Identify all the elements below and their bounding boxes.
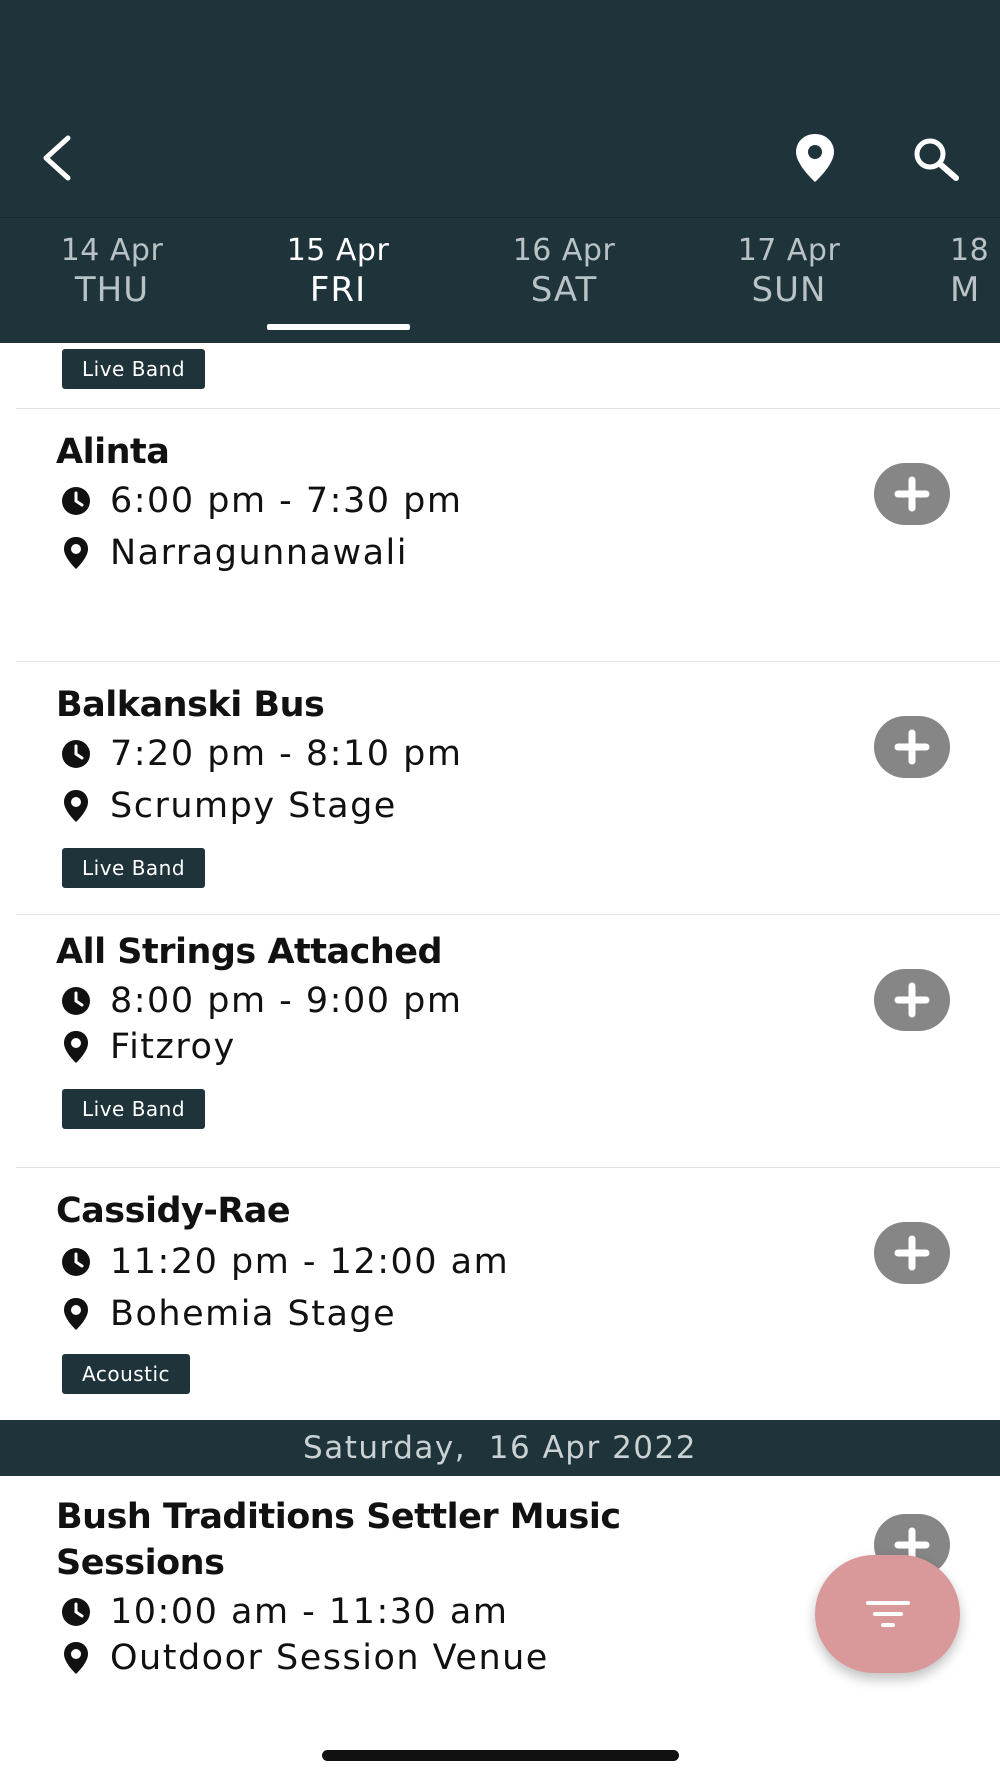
plus-icon [894, 729, 930, 765]
tab-day: FRI [309, 270, 367, 310]
tab-day: THU [74, 270, 150, 310]
event-venue-row: Narragunnawali [56, 529, 408, 577]
filter-button[interactable] [815, 1555, 960, 1673]
tab-15-apr[interactable]: 15 Apr FRI [258, 232, 418, 310]
clock-icon [56, 734, 96, 774]
search-button[interactable] [910, 134, 962, 186]
search-icon [914, 138, 959, 181]
tab-date: 14 Apr [60, 233, 164, 268]
plus-icon [894, 1235, 930, 1271]
genre-tag: Live Band [62, 349, 206, 389]
event-item[interactable]: Cassidy-Rae 11:20 pm - 12:00 am Bohemia … [0, 1168, 1000, 1410]
plus-icon [894, 476, 930, 512]
event-venue: Narragunnawali [110, 533, 408, 573]
clock-icon [56, 981, 96, 1021]
event-title: Balkanski Bus [56, 685, 325, 725]
event-time: 11:20 pm - 12:00 am [110, 1242, 510, 1282]
tab-day: SUN [751, 270, 827, 310]
add-to-schedule-button[interactable] [874, 463, 950, 525]
tab-14-apr[interactable]: 14 Apr THU [32, 232, 192, 310]
tab-day: M [950, 270, 981, 310]
event-time-row: 7:20 pm - 8:10 pm [56, 730, 462, 778]
back-button[interactable] [36, 132, 76, 184]
event-title: Bush Traditions Settler Music Sessions [56, 1494, 621, 1586]
event-title-line: Sessions [56, 1543, 225, 1583]
event-venue-row: Bohemia Stage [56, 1290, 396, 1338]
event-venue-row: Fitzroy [56, 1023, 236, 1071]
genre-tag: Live Band [62, 1089, 206, 1129]
tab-date: 17 Apr [737, 233, 841, 268]
filter-icon [865, 1601, 910, 1627]
app-header [0, 0, 1000, 217]
event-time-row: 8:00 pm - 9:00 pm [56, 977, 462, 1025]
event-time: 7:20 pm - 8:10 pm [110, 734, 463, 774]
tab-18-apr[interactable]: 18 M [950, 232, 1000, 310]
event-time-row: 6:00 pm - 7:30 pm [56, 477, 462, 525]
clock-icon [56, 481, 96, 521]
event-venue-row: Scrumpy Stage [56, 782, 397, 830]
add-to-schedule-button[interactable] [874, 716, 950, 778]
genre-tag: Live Band [62, 848, 206, 888]
genre-tag: Acoustic [62, 1354, 191, 1394]
event-title: All Strings Attached [56, 932, 443, 972]
add-to-schedule-button[interactable] [874, 1222, 950, 1284]
event-time-row: 10:00 am - 11:30 am [56, 1588, 508, 1636]
event-time: 8:00 pm - 9:00 pm [110, 981, 463, 1021]
tab-17-apr[interactable]: 17 Apr SUN [709, 232, 869, 310]
plus-icon [894, 982, 930, 1018]
event-time: 6:00 pm - 7:30 pm [110, 481, 463, 521]
tab-date: 15 Apr [286, 233, 390, 268]
event-title: Cassidy-Rae [56, 1191, 291, 1231]
event-title: Alinta [56, 432, 170, 472]
clock-icon [56, 1242, 96, 1282]
event-venue: Outdoor Session Venue [110, 1638, 549, 1678]
date-section-header: Saturday, 16 Apr 2022 [0, 1420, 1000, 1476]
event-time-row: 11:20 pm - 12:00 am [56, 1238, 509, 1286]
event-item[interactable]: All Strings Attached 8:00 pm - 9:00 pm F… [0, 915, 1000, 1167]
event-venue: Fitzroy [110, 1027, 236, 1067]
event-item[interactable]: Alinta 6:00 pm - 7:30 pm Narragunnawali [0, 409, 1000, 661]
event-time: 10:00 am - 11:30 am [110, 1592, 509, 1632]
map-pin-icon [56, 1294, 96, 1334]
event-title-line: Bush Traditions Settler Music [56, 1497, 621, 1537]
tab-16-apr[interactable]: 16 Apr SAT [484, 232, 644, 310]
event-venue-row: Outdoor Session Venue [56, 1634, 549, 1682]
chevron-left-icon [43, 135, 71, 181]
tab-date: 18 [950, 233, 990, 268]
map-button[interactable] [792, 132, 838, 184]
clock-icon [56, 1592, 96, 1632]
map-pin-icon [56, 1638, 96, 1678]
event-venue: Bohemia Stage [110, 1294, 397, 1334]
tab-date: 16 Apr [512, 233, 616, 268]
map-pin-icon [56, 1027, 96, 1067]
event-venue: Scrumpy Stage [110, 786, 397, 826]
day-tab-bar: 14 Apr THU 15 Apr FRI 16 Apr SAT 17 Apr … [0, 217, 1000, 343]
map-pin-icon [56, 786, 96, 826]
map-pin-icon [56, 533, 96, 573]
event-item[interactable]: Balkanski Bus 7:20 pm - 8:10 pm Scrumpy … [0, 662, 1000, 914]
tab-day: SAT [530, 270, 598, 310]
active-tab-indicator [267, 324, 410, 330]
home-indicator [322, 1750, 679, 1761]
add-to-schedule-button[interactable] [874, 969, 950, 1031]
map-pin-icon [796, 134, 834, 182]
